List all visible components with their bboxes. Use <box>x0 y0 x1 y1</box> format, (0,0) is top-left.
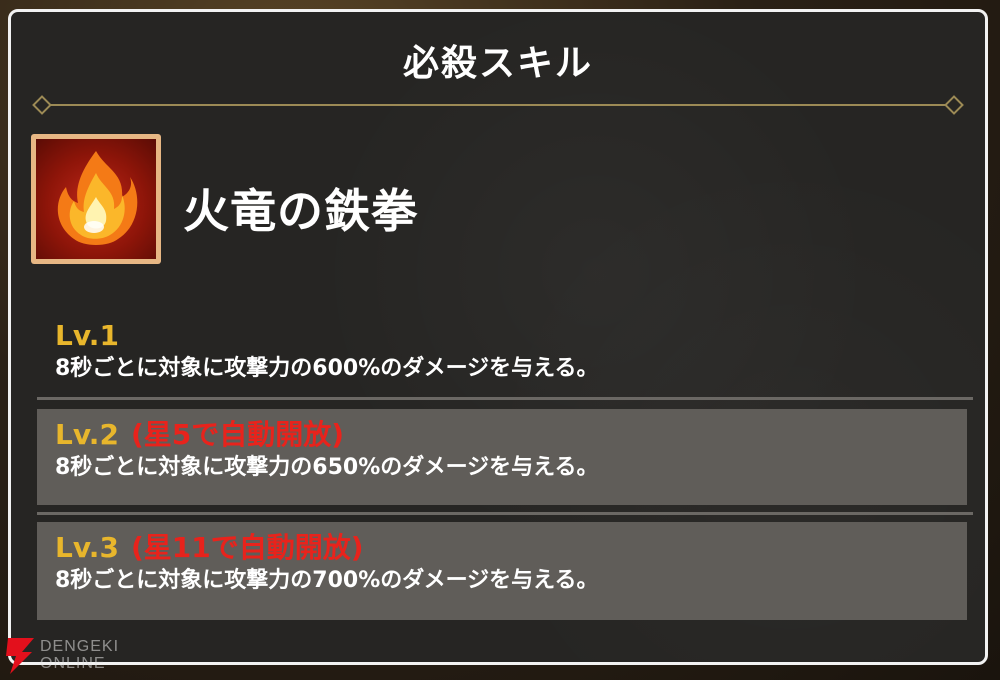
row-separator <box>37 512 973 515</box>
level-label: Lv.1 <box>55 319 119 352</box>
skill-icon-frame <box>31 134 161 264</box>
divider-line <box>51 104 945 106</box>
level-description: 8秒ごとに対象に攻撃力の700%のダメージを与える。 <box>55 568 599 593</box>
level-heading: Lv.2 (星5で自動開放) <box>55 417 949 453</box>
diamond-ornament-icon <box>32 95 52 115</box>
skill-name: 火竜の鉄拳 <box>183 184 418 238</box>
watermark-text: DENGEKI ONLINE <box>40 638 119 672</box>
panel-title: 必殺スキル <box>402 43 593 84</box>
level-row-1: Lv.1 8秒ごとに対象に攻撃力の600%のダメージを与える。 <box>37 310 967 394</box>
watermark-line: DENGEKI <box>40 638 120 655</box>
watermark-line: ONLINE <box>40 655 106 672</box>
watermark-logo: DENGEKI ONLINE <box>4 636 118 676</box>
skill-panel: 必殺スキル 火竜の鉄拳 Lv.1 8秒ごとに対象に攻撃力の600%のダメージを与… <box>8 9 988 665</box>
ornamental-divider <box>32 95 964 115</box>
unlock-condition: (星11で自動開放) <box>130 531 364 564</box>
level-row-3: Lv.3 (星11で自動開放) 8秒ごとに対象に攻撃力の700%のダメージを与える… <box>37 522 967 620</box>
level-description: 8秒ごとに対象に攻撃力の600%のダメージを与える。 <box>55 356 599 381</box>
row-separator <box>37 397 973 400</box>
level-description: 8秒ごとに対象に攻撃力の650%のダメージを与える。 <box>55 455 599 480</box>
diamond-ornament-icon <box>944 95 964 115</box>
fire-icon <box>36 139 156 259</box>
level-label: Lv.3 <box>55 531 119 564</box>
level-label: Lv.2 <box>55 418 119 451</box>
lightning-bolt-icon <box>6 638 34 674</box>
level-heading: Lv.1 <box>55 318 949 354</box>
unlock-condition: (星5で自動開放) <box>130 418 345 451</box>
level-row-2: Lv.2 (星5で自動開放) 8秒ごとに対象に攻撃力の650%のダメージを与える。 <box>37 409 967 505</box>
level-heading: Lv.3 (星11で自動開放) <box>55 530 949 566</box>
